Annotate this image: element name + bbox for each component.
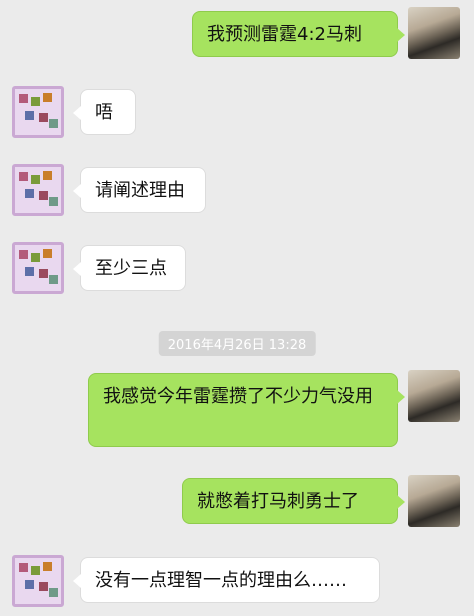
contact-avatar[interactable] xyxy=(12,164,64,216)
self-avatar[interactable] xyxy=(408,370,460,422)
message-bubble-incoming[interactable]: 没有一点理智一点的理由么…… xyxy=(73,557,380,603)
message-text: 唔 xyxy=(95,102,113,123)
message-text: 我感觉今年雷霆攒了不少力气没用 xyxy=(103,386,373,407)
message-bubble-outgoing[interactable]: 我预测雷霆4:2马刺 xyxy=(192,11,405,57)
message-text: 没有一点理智一点的理由么…… xyxy=(95,570,347,591)
message-bubble-incoming[interactable]: 唔 xyxy=(73,89,136,135)
message-text: 请阐述理由 xyxy=(95,180,185,201)
message-bubble-incoming[interactable]: 至少三点 xyxy=(73,245,186,291)
message-bubble-incoming[interactable]: 请阐述理由 xyxy=(73,167,206,213)
contact-avatar[interactable] xyxy=(12,86,64,138)
self-avatar[interactable] xyxy=(408,7,460,59)
timestamp-badge: 2016年4月26日 13:28 xyxy=(158,331,316,356)
message-bubble-outgoing[interactable]: 我感觉今年雷霆攒了不少力气没用 xyxy=(88,373,405,447)
message-text: 至少三点 xyxy=(95,258,167,279)
contact-avatar[interactable] xyxy=(12,242,64,294)
message-bubble-outgoing[interactable]: 就憋着打马刺勇士了 xyxy=(182,478,405,524)
contact-avatar[interactable] xyxy=(12,555,64,607)
message-text: 我预测雷霆4:2马刺 xyxy=(207,24,362,45)
self-avatar[interactable] xyxy=(408,475,460,527)
message-text: 就憋着打马刺勇士了 xyxy=(197,491,359,512)
